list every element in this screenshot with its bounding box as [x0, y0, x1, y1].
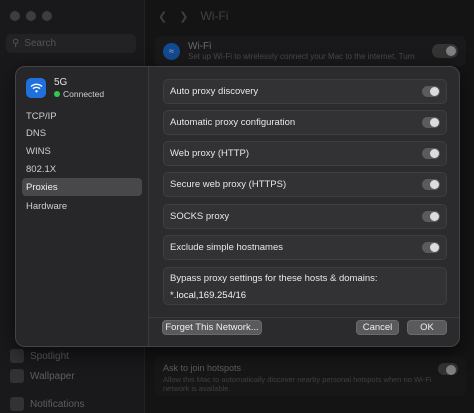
proxy-row-https: Secure web proxy (HTTPS)	[163, 172, 447, 197]
tab-dns[interactable]: DNS	[22, 124, 142, 142]
settings-window: ⚲ Search Spotlight Wallpaper Notificatio…	[0, 0, 474, 413]
wifi-network-icon	[26, 78, 46, 98]
forget-network-button[interactable]: Forget This Network...	[162, 320, 262, 335]
proxy-row-auto-discovery: Auto proxy discovery	[163, 79, 447, 104]
tab-802-1x[interactable]: 802.1X	[22, 160, 142, 178]
secure-web-proxy-https-toggle[interactable]	[422, 179, 440, 190]
automatic-proxy-configuration-toggle[interactable]	[422, 117, 440, 128]
network-details-sheet: 5G Connected TCP/IP DNS WINS 802.1X Prox…	[15, 66, 460, 347]
socks-proxy-toggle[interactable]	[422, 211, 440, 222]
proxy-row-http: Web proxy (HTTP)	[163, 141, 447, 166]
proxy-row-socks: SOCKS proxy	[163, 204, 447, 229]
network-header: 5G Connected	[26, 77, 104, 99]
bypass-proxy-box: Bypass proxy settings for these hosts & …	[163, 267, 447, 305]
web-proxy-http-toggle[interactable]	[422, 148, 440, 159]
exclude-simple-hostnames-toggle[interactable]	[422, 242, 440, 253]
network-status: Connected	[54, 89, 104, 99]
auto-proxy-discovery-toggle[interactable]	[422, 86, 440, 97]
tab-hardware[interactable]: Hardware	[22, 197, 142, 215]
bypass-proxy-label: Bypass proxy settings for these hosts & …	[170, 273, 378, 284]
proxies-panel: Auto proxy discovery Automatic proxy con…	[149, 67, 459, 346]
proxy-row-exclude-simple: Exclude simple hostnames	[163, 235, 447, 260]
cancel-button[interactable]: Cancel	[356, 320, 399, 335]
tab-proxies[interactable]: Proxies	[22, 178, 142, 196]
proxy-row-auto-config: Automatic proxy configuration	[163, 110, 447, 135]
ok-button[interactable]: OK	[407, 320, 447, 335]
network-name: 5G	[54, 77, 68, 88]
tab-wins[interactable]: WINS	[22, 142, 142, 160]
sheet-sidebar: 5G Connected TCP/IP DNS WINS 802.1X Prox…	[16, 67, 149, 346]
connected-status-dot	[54, 91, 60, 97]
tab-tcp-ip[interactable]: TCP/IP	[22, 107, 142, 125]
footer-divider	[149, 317, 459, 318]
bypass-proxy-input[interactable]: *.local,169.254/16	[170, 290, 440, 301]
